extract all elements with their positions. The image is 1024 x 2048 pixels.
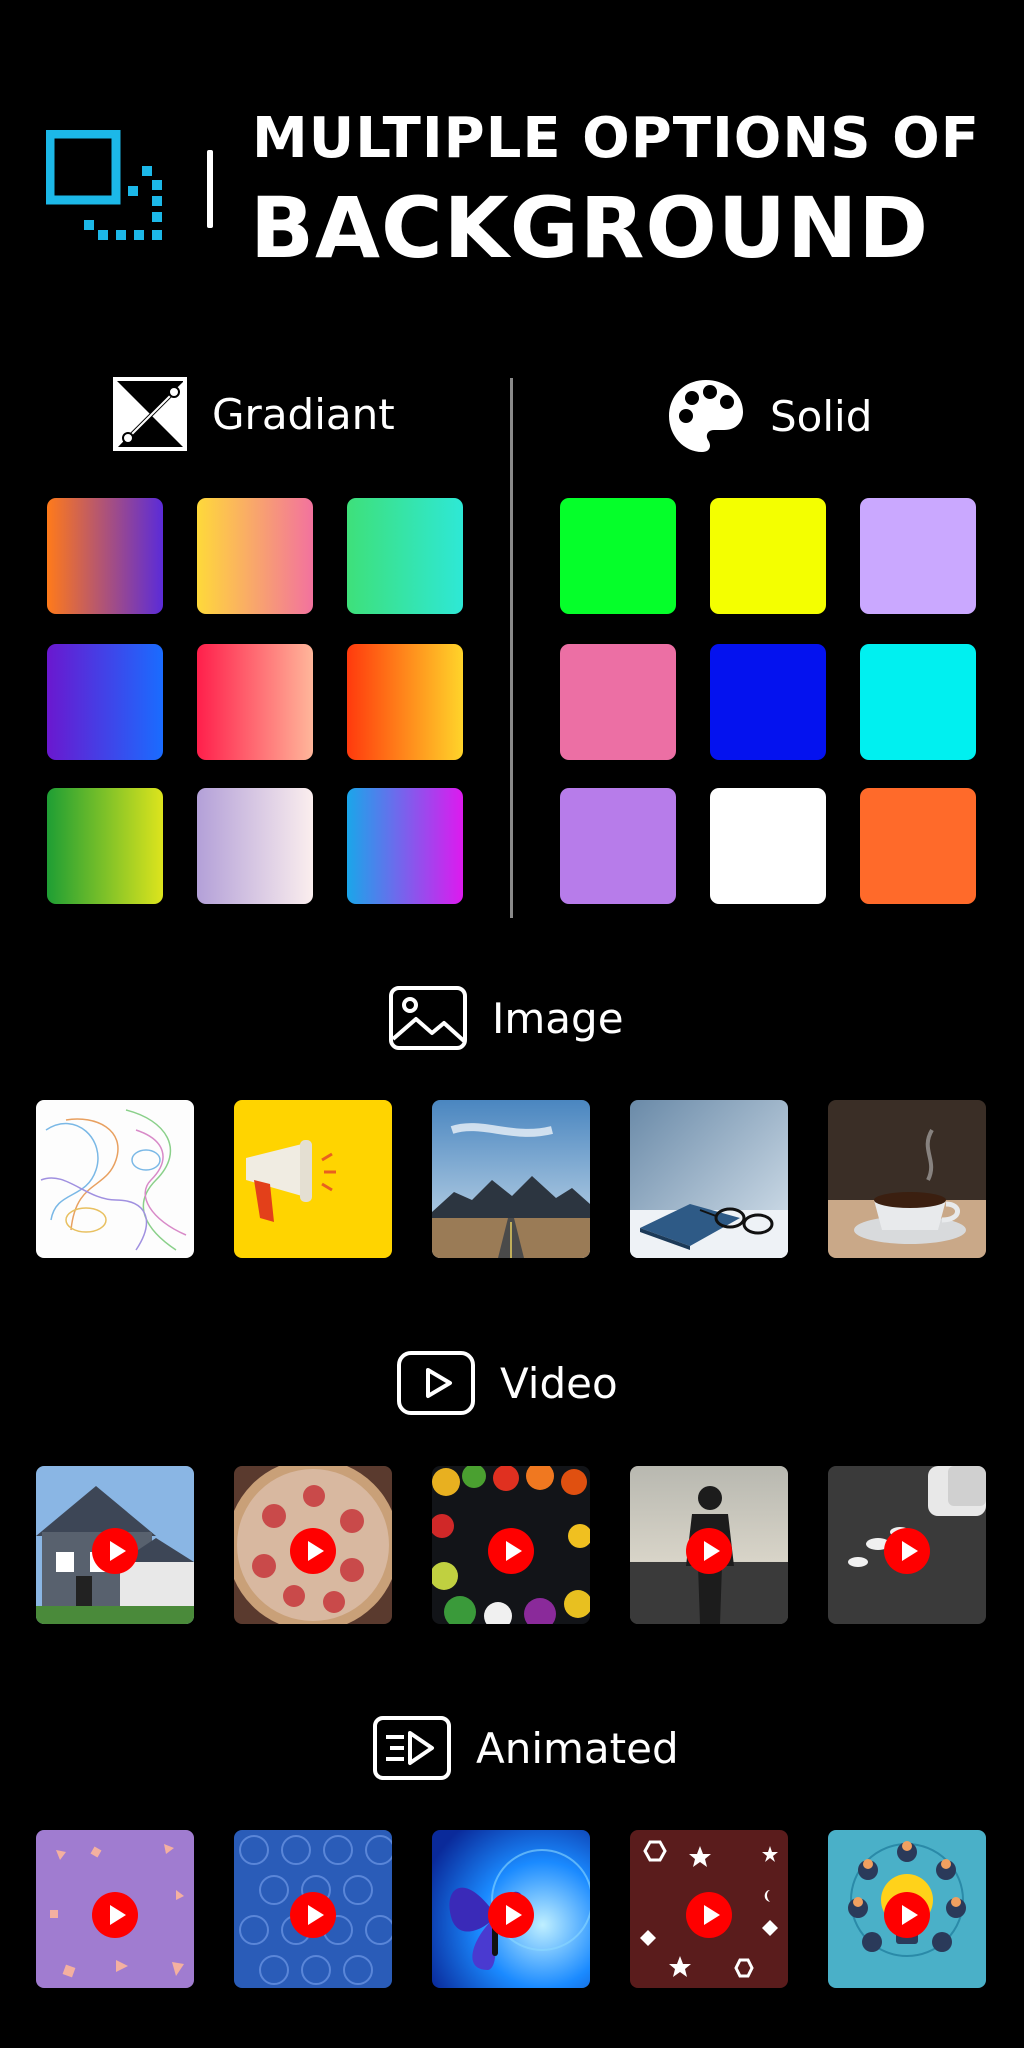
animated-tile-lightbulb[interactable]	[828, 1830, 986, 1988]
video-tile-pizza[interactable]	[234, 1466, 392, 1624]
play-icon	[884, 1892, 930, 1939]
resize-frame-icon	[45, 129, 164, 248]
animated-tile-blue-circles[interactable]	[234, 1830, 392, 1988]
play-icon	[884, 1528, 930, 1575]
solid-swatch[interactable]	[560, 788, 676, 904]
solid-section-header[interactable]: Solid	[666, 376, 872, 456]
image-section-header[interactable]: Image	[388, 985, 624, 1051]
gradient-swatch[interactable]	[347, 498, 463, 614]
animated-label: Animated	[476, 1723, 679, 1773]
gradient-label: Gradiant	[212, 389, 395, 439]
video-tile-runner[interactable]	[630, 1466, 788, 1624]
page-title-line2: BACKGROUND	[250, 179, 930, 277]
header-divider	[207, 150, 213, 228]
video-play-icon	[396, 1350, 476, 1416]
solid-swatch[interactable]	[560, 644, 676, 760]
gradient-section-header[interactable]: Gradiant	[112, 376, 395, 452]
image-tile-megaphone[interactable]	[234, 1100, 392, 1258]
solid-swatch[interactable]	[710, 788, 826, 904]
image-icon	[388, 985, 468, 1051]
play-icon	[290, 1892, 336, 1939]
gradient-swatch[interactable]	[47, 788, 163, 904]
play-icon	[92, 1528, 138, 1575]
image-tile-mountain-road[interactable]	[432, 1100, 590, 1258]
image-label: Image	[492, 993, 624, 1043]
page-title-line1: MULTIPLE OPTIONS OF	[252, 106, 980, 171]
gradient-swatch[interactable]	[47, 498, 163, 614]
gradient-swatch[interactable]	[347, 644, 463, 760]
play-icon	[686, 1528, 732, 1575]
video-label: Video	[500, 1358, 618, 1408]
solid-swatch[interactable]	[560, 498, 676, 614]
animated-section-header[interactable]: Animated	[372, 1715, 679, 1781]
solid-label: Solid	[770, 391, 873, 441]
video-tile-house[interactable]	[36, 1466, 194, 1624]
animated-tile-purple-shapes[interactable]	[36, 1830, 194, 1988]
video-tile-vegetables[interactable]	[432, 1466, 590, 1624]
solid-swatch[interactable]	[710, 498, 826, 614]
gradient-swatch[interactable]	[197, 788, 313, 904]
gradient-swatch[interactable]	[47, 644, 163, 760]
play-icon	[290, 1528, 336, 1575]
play-icon	[488, 1528, 534, 1575]
gradient-swatch[interactable]	[197, 644, 313, 760]
solid-swatch[interactable]	[860, 498, 976, 614]
palette-icon	[666, 376, 746, 456]
video-tile-pills[interactable]	[828, 1466, 986, 1624]
image-tile-coffee-cup[interactable]	[828, 1100, 986, 1258]
solid-swatch[interactable]	[860, 644, 976, 760]
solid-swatch[interactable]	[710, 644, 826, 760]
image-tile-topographic[interactable]	[36, 1100, 194, 1258]
gradient-swatch[interactable]	[197, 498, 313, 614]
play-icon	[488, 1892, 534, 1939]
section-divider	[510, 378, 513, 918]
solid-swatch[interactable]	[860, 788, 976, 904]
play-icon	[92, 1892, 138, 1939]
gradient-frame-icon	[112, 376, 188, 452]
animated-tile-maroon-shapes[interactable]	[630, 1830, 788, 1988]
gradient-swatch[interactable]	[347, 788, 463, 904]
animated-tile-butterfly[interactable]	[432, 1830, 590, 1988]
play-icon	[686, 1892, 732, 1939]
image-tile-notebook-glasses[interactable]	[630, 1100, 788, 1258]
animated-play-icon	[372, 1715, 452, 1781]
video-section-header[interactable]: Video	[396, 1350, 618, 1416]
